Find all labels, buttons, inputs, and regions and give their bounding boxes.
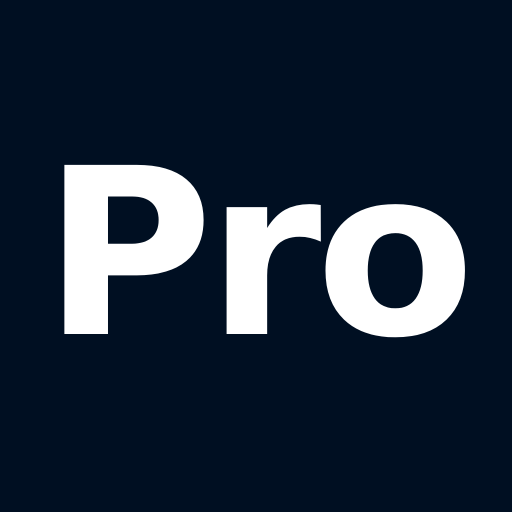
app-icon-tile: Pro <box>0 0 512 512</box>
app-icon-label: Pro <box>43 119 475 389</box>
